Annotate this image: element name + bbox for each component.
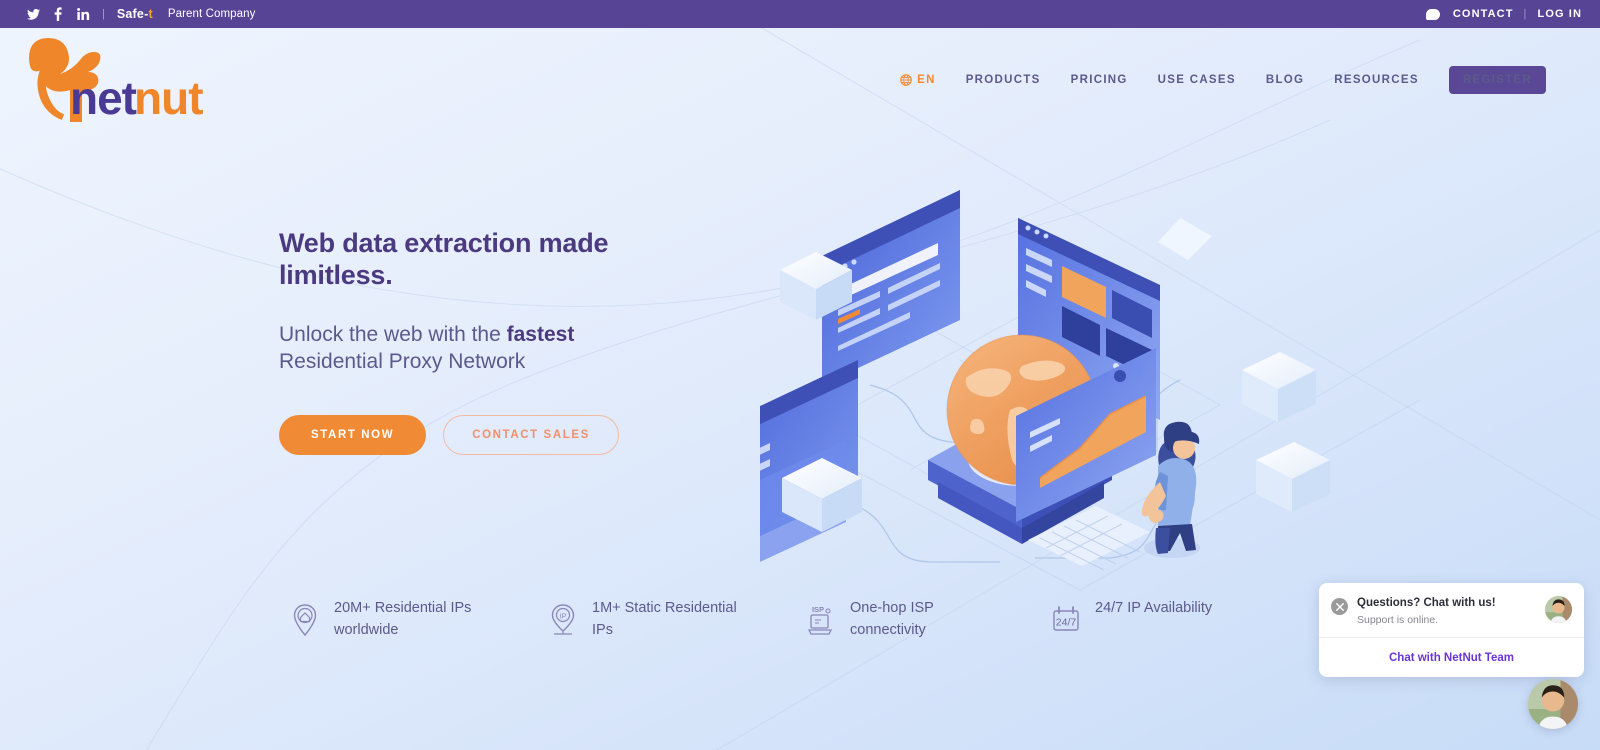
feature-label: One-hop ISP connectivity xyxy=(850,600,934,638)
contact-link[interactable]: CONTACT xyxy=(1453,8,1514,20)
feature-item: 20M+ Residential IPs worldwide xyxy=(290,598,548,642)
svg-text:nut: nut xyxy=(134,72,203,122)
top-bar-right: CONTACT | LOG IN xyxy=(1425,8,1583,20)
subheading-prefix: Unlock the web with the xyxy=(279,322,507,346)
feature-label: 24/7 IP Availability xyxy=(1095,600,1213,616)
location-pin-ip-icon: IP xyxy=(551,604,575,635)
feature-label: 1M+ Static Residential IPs xyxy=(592,600,737,638)
svg-text:IP: IP xyxy=(560,614,567,621)
svg-text:24/7: 24/7 xyxy=(1056,617,1077,629)
twitter-icon[interactable] xyxy=(26,7,40,21)
nav-use-cases[interactable]: USE CASES xyxy=(1158,74,1236,86)
top-utility-bar: | Safe-t Parent Company CONTACT | LOG IN xyxy=(0,0,1600,28)
chat-widget-status: Support is online. xyxy=(1357,613,1439,626)
illustration-paper-sheet xyxy=(1158,218,1212,260)
chat-widget-copy: Questions? Chat with us! Support is onli… xyxy=(1357,596,1536,626)
feature-stats-row: 20M+ Residential IPs worldwide IP 1M+ St… xyxy=(290,598,1212,642)
isp-monitor-icon: ISP xyxy=(807,605,833,635)
login-link[interactable]: LOG IN xyxy=(1538,8,1583,20)
chat-with-team-link[interactable]: Chat with NetNut Team xyxy=(1389,652,1514,664)
headline-line-2: limitless. xyxy=(279,259,393,290)
main-navigation: EN PRODUCTS PRICING USE CASES BLOG RESOU… xyxy=(900,66,1546,94)
top-bar-separator: | xyxy=(102,8,105,20)
page-title: Web data extraction made limitless. xyxy=(279,228,699,292)
nav-pricing[interactable]: PRICING xyxy=(1071,74,1128,86)
svg-text:net: net xyxy=(70,72,137,122)
hero-cta-row: START NOW CONTACT SALES xyxy=(279,415,699,456)
nav-products[interactable]: PRODUCTS xyxy=(966,74,1041,86)
top-bar-divider: | xyxy=(1523,8,1528,20)
location-pin-home-icon xyxy=(293,604,317,637)
nav-resources[interactable]: RESOURCES xyxy=(1334,74,1419,86)
hero-illustration xyxy=(760,170,1360,570)
close-icon[interactable] xyxy=(1331,598,1348,615)
nav-blog[interactable]: BLOG xyxy=(1266,74,1304,86)
feature-item: ISP One-hop ISP connectivity xyxy=(806,598,1051,642)
globe-icon xyxy=(900,74,912,86)
chat-widget-footer: Chat with NetNut Team xyxy=(1319,636,1584,677)
safe-t-brand: Safe-t xyxy=(116,7,153,21)
top-bar-left: | Safe-t Parent Company xyxy=(26,7,256,21)
svg-text:ISP: ISP xyxy=(812,605,824,614)
chat-widget[interactable]: Questions? Chat with us! Support is onli… xyxy=(1319,583,1584,677)
contact-sales-button[interactable]: CONTACT SALES xyxy=(443,415,619,456)
calendar-24-7-icon: 24/7 xyxy=(1053,606,1079,631)
register-button[interactable]: REGISTER xyxy=(1448,66,1546,94)
headline-line-1: Web data extraction made xyxy=(279,228,609,258)
chat-widget-title: Questions? Chat with us! xyxy=(1357,597,1496,609)
subheading-emphasis: fastest xyxy=(506,322,575,346)
chat-bubble-icon xyxy=(1425,8,1440,20)
hero-subheading: Unlock the web with the fastest Resident… xyxy=(279,321,699,376)
chat-launcher-avatar[interactable] xyxy=(1528,679,1578,729)
start-now-button[interactable]: START NOW xyxy=(279,415,427,456)
avatar xyxy=(1545,596,1572,623)
illustration-cube-right-top xyxy=(1242,352,1316,422)
facebook-icon[interactable] xyxy=(51,7,65,21)
feature-item: IP 1M+ Static Residential IPs xyxy=(548,598,806,642)
hero-section: Web data extraction made limitless. Unlo… xyxy=(279,228,699,456)
parent-company-label: Parent Company xyxy=(167,8,256,20)
site-header: net nut EN PRODUCTS PRICING USE CASES BL… xyxy=(0,28,1600,124)
language-selector[interactable]: EN xyxy=(900,74,936,86)
linkedin-icon[interactable] xyxy=(76,7,90,21)
subheading-line-2: Residential Proxy Network xyxy=(279,350,526,374)
illustration-cube-right-bottom xyxy=(1256,442,1330,512)
netnut-logo[interactable]: net nut xyxy=(12,32,207,127)
language-label: EN xyxy=(917,74,936,86)
chat-widget-header: Questions? Chat with us! Support is onli… xyxy=(1319,583,1584,637)
feature-label: 20M+ Residential IPs worldwide xyxy=(334,600,472,638)
feature-item: 24/7 24/7 IP Availability xyxy=(1051,598,1212,642)
